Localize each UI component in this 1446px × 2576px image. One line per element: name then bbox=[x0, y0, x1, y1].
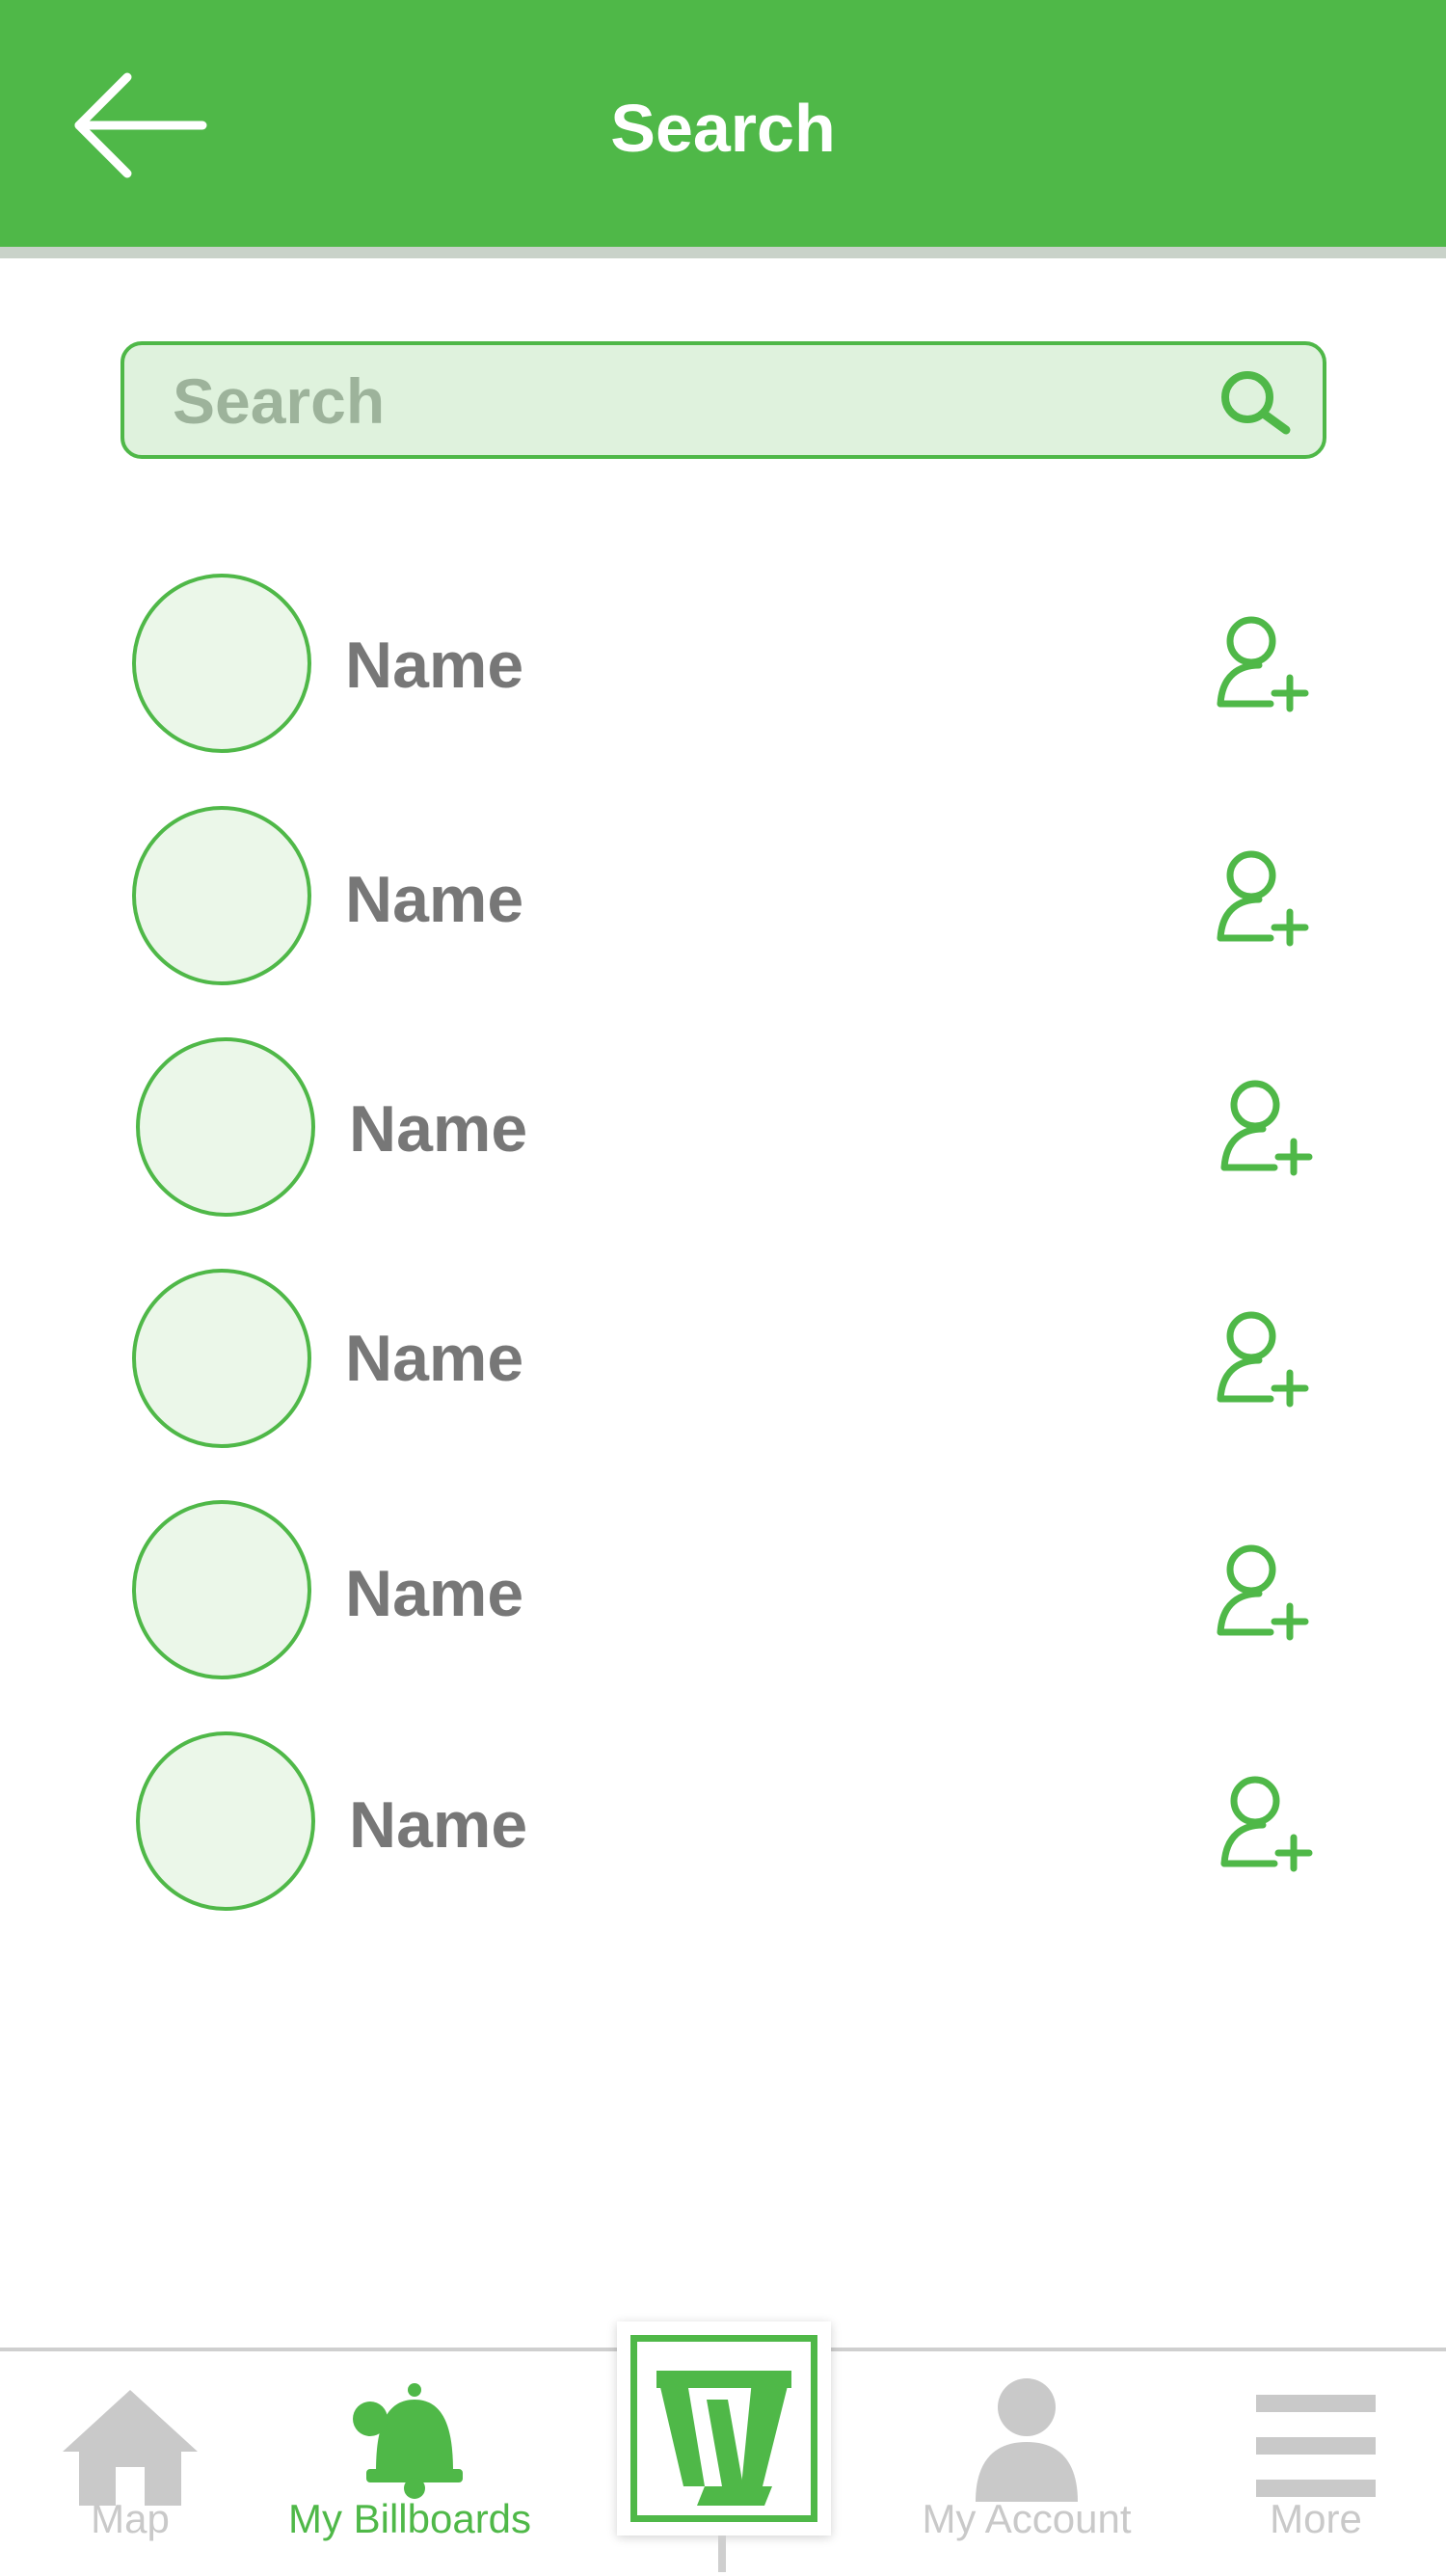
nav-item-my-account[interactable]: My Account bbox=[897, 2351, 1157, 2576]
nav-label: Map bbox=[91, 2496, 170, 2541]
list-item[interactable]: Name bbox=[0, 574, 1446, 766]
avatar bbox=[132, 1500, 311, 1679]
search-icon[interactable] bbox=[1217, 366, 1294, 443]
user-name: Name bbox=[345, 863, 524, 936]
add-user-icon[interactable] bbox=[1213, 1541, 1319, 1647]
nav-item-more[interactable]: More bbox=[1229, 2351, 1403, 2576]
menu-icon bbox=[1256, 2395, 1376, 2497]
nav-label: My Billboards bbox=[287, 2496, 532, 2541]
avatar bbox=[132, 1269, 311, 1448]
list-item[interactable]: Name bbox=[0, 1731, 1446, 1924]
list-item[interactable]: Name bbox=[0, 1037, 1446, 1230]
add-user-icon[interactable] bbox=[1217, 1076, 1323, 1182]
user-icon bbox=[976, 2378, 1078, 2502]
avatar bbox=[132, 574, 311, 753]
search-bar bbox=[120, 341, 1326, 459]
avatar bbox=[136, 1731, 315, 1911]
home-logo-button[interactable] bbox=[617, 2321, 831, 2536]
list-item[interactable]: Name bbox=[0, 1269, 1446, 1462]
bell-icon bbox=[353, 2383, 463, 2499]
user-name: Name bbox=[345, 629, 524, 702]
user-name: Name bbox=[345, 1322, 524, 1395]
header-divider bbox=[0, 247, 1446, 258]
list-item[interactable]: Name bbox=[0, 806, 1446, 999]
user-name: Name bbox=[349, 1788, 528, 1862]
avatar bbox=[136, 1037, 315, 1217]
nav-item-map[interactable]: Map bbox=[39, 2351, 222, 2576]
add-user-icon[interactable] bbox=[1213, 612, 1319, 718]
home-icon bbox=[63, 2390, 198, 2506]
user-name: Name bbox=[345, 1557, 524, 1630]
add-user-icon[interactable] bbox=[1213, 1307, 1319, 1413]
add-user-icon[interactable] bbox=[1217, 1772, 1323, 1878]
nav-item-my-billboards[interactable]: My Billboards bbox=[260, 2351, 559, 2576]
app-header: Search bbox=[0, 0, 1446, 247]
nav-label: More bbox=[1270, 2496, 1362, 2541]
page-title: Search bbox=[610, 91, 836, 166]
center-divider bbox=[718, 2536, 726, 2572]
search-input[interactable] bbox=[173, 361, 1185, 442]
add-user-icon[interactable] bbox=[1213, 846, 1319, 953]
user-name: Name bbox=[349, 1092, 528, 1166]
avatar bbox=[132, 806, 311, 985]
list-item[interactable]: Name bbox=[0, 1500, 1446, 1693]
w-logo-icon bbox=[630, 2335, 817, 2522]
nav-label: My Account bbox=[922, 2496, 1132, 2541]
